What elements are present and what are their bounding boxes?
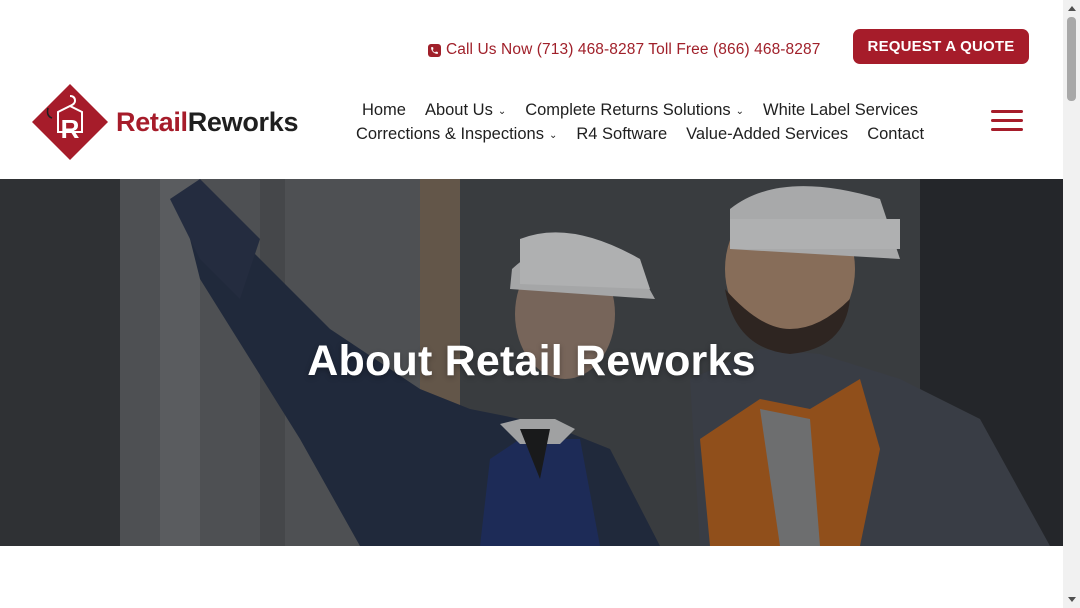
page: Call Us Now (713) 468-8287 Toll Free (86… <box>0 0 1063 608</box>
nav-item-r4-software[interactable]: R4 Software <box>576 125 667 144</box>
svg-text:R: R <box>61 114 80 144</box>
scrollbar-thumb[interactable] <box>1067 17 1076 101</box>
phone-link[interactable]: Call Us Now (713) 468-8287 Toll Free (86… <box>428 41 820 59</box>
nav-label: Home <box>361 100 406 119</box>
main-nav: Home About Us ⌄ Complete Returns Solutio… <box>330 98 950 146</box>
hamburger-menu-icon[interactable] <box>991 108 1023 134</box>
scroll-down-arrow-icon[interactable] <box>1063 591 1080 608</box>
nav-label: Contact <box>867 124 925 143</box>
nav-item-complete-returns-solutions[interactable]: Complete Returns Solutions ⌄ <box>525 101 744 120</box>
logo-text-retail: Retail <box>116 106 188 137</box>
nav-label: About Us <box>424 100 493 119</box>
nav-label: R4 Software <box>576 124 668 143</box>
nav-label: Value-Added Services <box>686 124 849 143</box>
nav-item-value-added-services[interactable]: Value-Added Services <box>686 125 848 144</box>
logo-mark-icon: R <box>30 82 110 162</box>
nav-item-home[interactable]: Home <box>362 101 406 120</box>
top-bar: Call Us Now (713) 468-8287 Toll Free (86… <box>0 0 1063 80</box>
site-logo[interactable]: R RetailReworks <box>30 82 298 162</box>
nav-item-corrections-inspections[interactable]: Corrections & Inspections ⌄ <box>356 125 557 144</box>
chevron-down-icon: ⌄ <box>735 105 745 117</box>
nav-item-contact[interactable]: Contact <box>867 125 924 144</box>
hero-banner: About Retail Reworks <box>0 179 1063 546</box>
logo-wordmark: RetailReworks <box>116 107 298 138</box>
chevron-down-icon: ⌄ <box>548 129 558 141</box>
chevron-down-icon: ⌄ <box>497 105 507 117</box>
request-quote-button[interactable]: REQUEST A QUOTE <box>853 29 1029 64</box>
scroll-up-arrow-icon[interactable] <box>1063 0 1080 17</box>
nav-item-about-us[interactable]: About Us ⌄ <box>425 101 506 120</box>
nav-label: White Label Services <box>763 100 919 119</box>
nav-row-1: Home About Us ⌄ Complete Returns Solutio… <box>330 98 950 122</box>
page-title: About Retail Reworks <box>307 337 756 385</box>
logo-text-reworks: Reworks <box>187 106 299 137</box>
phone-icon <box>428 43 441 57</box>
nav-label: Complete Returns Solutions <box>525 100 731 119</box>
phone-text: Call Us Now (713) 468-8287 Toll Free (86… <box>446 41 821 58</box>
nav-label: Corrections & Inspections <box>355 124 544 143</box>
nav-row-2: Corrections & Inspections ⌄ R4 Software … <box>330 122 950 146</box>
nav-item-white-label-services[interactable]: White Label Services <box>763 101 918 120</box>
vertical-scrollbar[interactable] <box>1063 0 1080 608</box>
